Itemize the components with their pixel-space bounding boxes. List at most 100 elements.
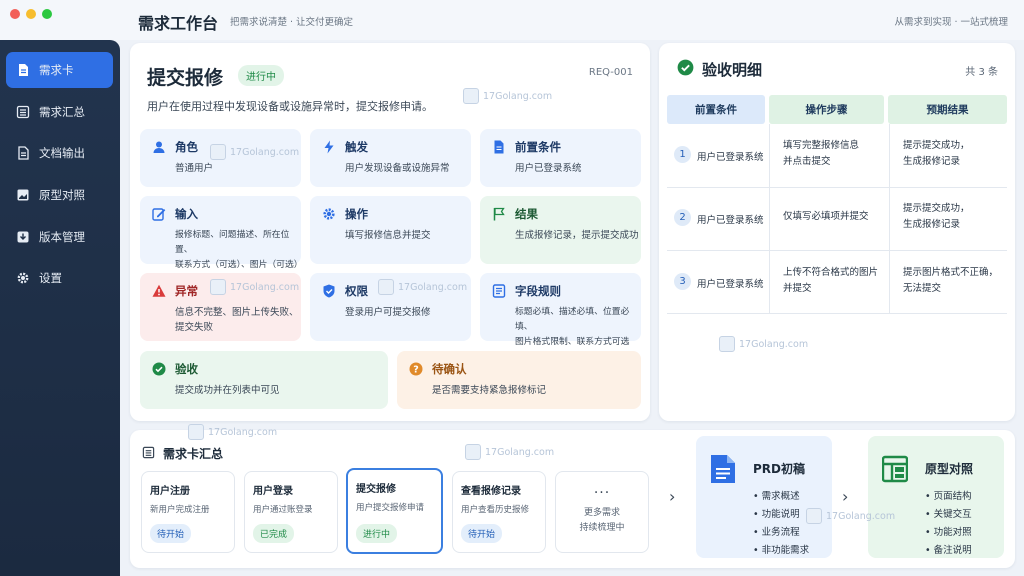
row-number: 2 bbox=[674, 209, 691, 226]
tile-body: 用户已登录系统 bbox=[515, 163, 582, 174]
item-title: 用户注册 bbox=[150, 486, 190, 497]
row-precondition: 用户已登录系统 bbox=[697, 152, 764, 163]
tile-body: 填写报修信息并提交 bbox=[345, 230, 431, 241]
requirement-summary-item-active[interactable]: 提交报修 用户提交报修申请 进行中 bbox=[346, 468, 443, 554]
list-item: 备注说明 bbox=[925, 542, 972, 560]
list-item: 页面结构 bbox=[925, 488, 972, 506]
prototype-list: 页面结构 关键交互 功能对照 备注说明 bbox=[925, 488, 972, 560]
item-desc: 用户提交报修申请 bbox=[356, 503, 425, 513]
tile-title: 验收 bbox=[175, 362, 198, 376]
requirement-title: 提交报修 bbox=[147, 67, 224, 89]
document-icon bbox=[16, 63, 30, 77]
acceptance-header: 验收明细 bbox=[677, 59, 762, 80]
summary-title: 需求卡汇总 bbox=[163, 447, 224, 461]
row-precondition: 用户已登录系统 bbox=[697, 279, 764, 290]
tile-body: 标题必填、描述必填、位置必填、 图片格式限制、联系方式可选 bbox=[515, 307, 630, 347]
tile-result: 结果 生成报修记录，提示提交成功 bbox=[480, 196, 641, 264]
table-row: 3 用户已登录系统 上传不符合格式的图片 并提交 提示图片格式不正确， 无法提交 bbox=[667, 251, 1007, 314]
status-badge: 已完成 bbox=[253, 524, 295, 543]
gear-icon bbox=[322, 207, 336, 221]
tile-title: 触发 bbox=[345, 140, 368, 154]
tile-body: 普通用户 bbox=[175, 163, 214, 174]
user-icon bbox=[152, 140, 166, 154]
lightning-icon bbox=[322, 140, 336, 154]
prd-document-icon bbox=[711, 455, 735, 483]
row-step: 填写完整报修信息 并点击提交 bbox=[783, 140, 860, 167]
rules-icon bbox=[492, 284, 506, 298]
tile-title: 操作 bbox=[345, 207, 368, 221]
item-title: 用户登录 bbox=[253, 486, 293, 497]
requirement-description: 用户在使用过程中发现设备或设施异常时，提交报修申请。 bbox=[147, 100, 433, 113]
sidebar-item-doc-output[interactable]: 文档输出 bbox=[6, 135, 113, 171]
status-badge: 进行中 bbox=[356, 524, 398, 543]
row-step: 上传不符合格式的图片 并提交 bbox=[783, 267, 879, 294]
status-badge: 待开始 bbox=[461, 524, 503, 543]
requirement-summary-item[interactable]: 用户注册 新用户完成注册 待开始 bbox=[141, 471, 235, 553]
row-number: 3 bbox=[674, 273, 691, 290]
prd-list: 需求概述 功能说明 业务流程 非功能需求 bbox=[753, 488, 810, 560]
watermark: 17Golang.com bbox=[210, 279, 299, 295]
arrow-right-icon: › bbox=[669, 487, 676, 506]
sidebar-item-label: 设置 bbox=[39, 271, 62, 285]
row-number: 1 bbox=[674, 146, 691, 163]
item-desc: 新用户完成注册 bbox=[150, 505, 210, 515]
tile-precondition: 前置条件 用户已登录系统 bbox=[480, 129, 641, 187]
watermark: 17Golang.com bbox=[806, 508, 895, 524]
svg-text:?: ? bbox=[413, 365, 419, 376]
row-result: 提示提交成功， 生成报修记录 bbox=[903, 203, 970, 230]
prototype-compare-card[interactable]: 原型对照 页面结构 关键交互 功能对照 备注说明 bbox=[868, 436, 1004, 558]
sidebar: 需求卡 需求汇总 文档输出 原型对照 版本管理 设置 bbox=[0, 40, 120, 576]
warning-icon bbox=[152, 284, 166, 298]
edit-icon bbox=[152, 207, 166, 221]
summary-card: 需求卡汇总 用户注册 新用户完成注册 待开始 用户登录 用户通过账登录 已完成 … bbox=[130, 424, 1015, 568]
sidebar-item-version[interactable]: 版本管理 bbox=[6, 219, 113, 255]
row-result: 提示提交成功， 生成报修记录 bbox=[903, 140, 970, 167]
requirement-summary-item[interactable]: 查看报修记录 用户查看历史报修 待开始 bbox=[452, 471, 546, 553]
sidebar-item-settings[interactable]: 设置 bbox=[6, 260, 113, 296]
sidebar-item-label: 文档输出 bbox=[39, 146, 85, 160]
check-circle-icon bbox=[677, 59, 694, 80]
item-desc: 用户查看历史报修 bbox=[461, 505, 530, 515]
more-requirements[interactable]: ··· 更多需求 持续梳理中 bbox=[555, 471, 649, 553]
item-desc: 用户通过账登录 bbox=[253, 505, 313, 515]
column-header-precondition: 前置条件 bbox=[667, 95, 765, 124]
list-item: 非功能需求 bbox=[753, 542, 810, 560]
column-header-steps: 操作步骤 bbox=[769, 95, 884, 124]
requirement-summary-item[interactable]: 用户登录 用户通过账登录 已完成 bbox=[244, 471, 338, 553]
more-icon: ··· bbox=[593, 485, 611, 501]
row-result: 提示图片格式不正确， 无法提交 bbox=[903, 267, 999, 294]
tile-body: 登录用户可提交报修 bbox=[345, 307, 431, 318]
minimize-window-button[interactable] bbox=[26, 9, 36, 19]
status-badge: 进行中 bbox=[238, 65, 284, 86]
shield-icon bbox=[322, 284, 336, 298]
close-window-button[interactable] bbox=[10, 9, 20, 19]
prd-draft-card[interactable]: PRD初稿 需求概述 功能说明 业务流程 非功能需求 bbox=[696, 436, 832, 558]
item-title: 提交报修 bbox=[356, 484, 396, 495]
column-header-expected: 预期结果 bbox=[888, 95, 1007, 124]
tile-acceptance: 验收 提交成功并在列表中可见 bbox=[140, 351, 388, 409]
sidebar-item-prototype[interactable]: 原型对照 bbox=[6, 177, 113, 213]
watermark: 17Golang.com bbox=[463, 88, 552, 104]
app-slogan: 从需求到实现 · 一站式梳理 bbox=[894, 17, 1008, 28]
tile-pending: ? 待确认 是否需要支持紧急报修标记 bbox=[397, 351, 641, 409]
prototype-icon bbox=[16, 188, 30, 202]
row-precondition: 用户已登录系统 bbox=[697, 215, 764, 226]
sidebar-item-summary[interactable]: 需求汇总 bbox=[6, 94, 113, 130]
requirement-id: REQ-001 bbox=[588, 67, 633, 78]
list-item: 业务流程 bbox=[753, 524, 809, 542]
watermark: 17Golang.com bbox=[378, 279, 467, 295]
tile-field-rules: 字段规则 标题必填、描述必填、位置必填、 图片格式限制、联系方式可选 bbox=[480, 273, 641, 347]
tile-body: 是否需要支持紧急报修标记 bbox=[432, 385, 547, 396]
acceptance-title: 验收明细 bbox=[702, 61, 763, 79]
watermark: 17Golang.com bbox=[719, 336, 808, 352]
window-controls bbox=[10, 9, 52, 19]
maximize-window-button[interactable] bbox=[42, 9, 52, 19]
sidebar-item-label: 版本管理 bbox=[39, 230, 85, 244]
sidebar-item-label: 需求汇总 bbox=[39, 105, 85, 119]
row-step: 仅填写必填项并提交 bbox=[783, 211, 869, 222]
sidebar-item-requirement-card[interactable]: 需求卡 bbox=[6, 52, 113, 88]
app-subtitle: 把需求说清楚 · 让交付更确定 bbox=[230, 17, 354, 28]
list-icon bbox=[16, 105, 30, 119]
list-item: 关键交互 bbox=[925, 506, 972, 524]
item-title: 查看报修记录 bbox=[461, 486, 521, 497]
